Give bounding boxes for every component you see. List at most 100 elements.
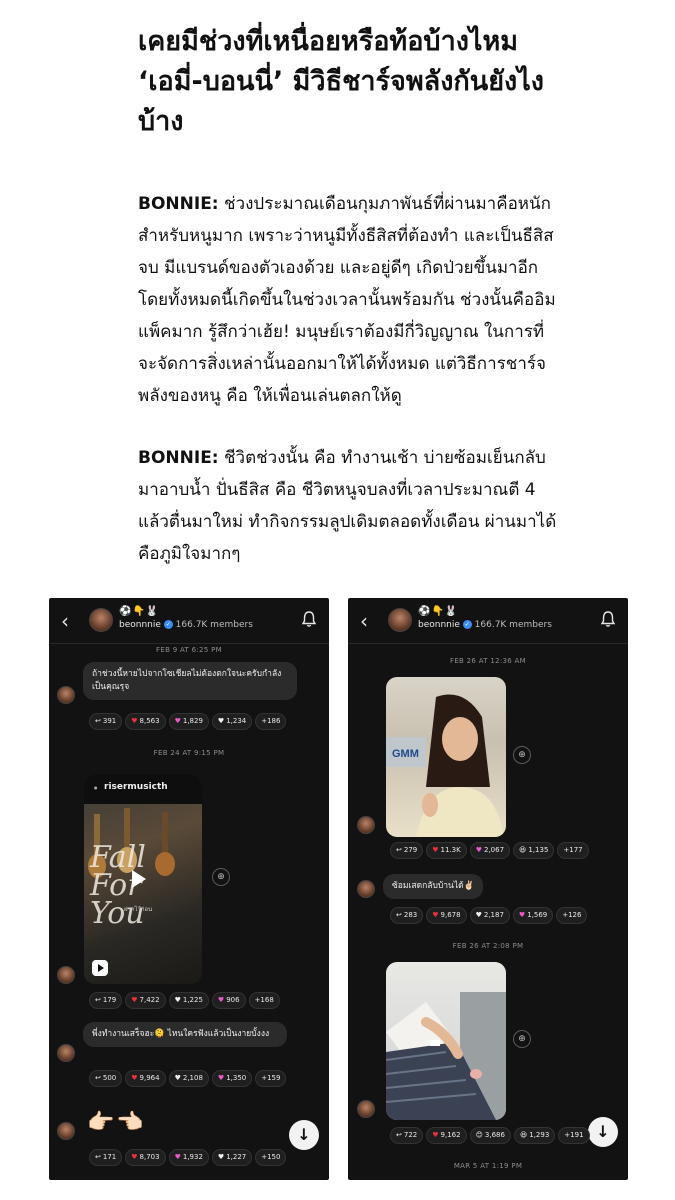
reaction-chip[interactable]: 😊 3,686 bbox=[469, 1127, 511, 1144]
reply-chip[interactable]: ↩ 279 bbox=[390, 842, 424, 859]
reply-chip[interactable]: ↩ 171 bbox=[89, 1149, 123, 1166]
verified-icon: ✓ bbox=[163, 620, 173, 629]
reaction-chip[interactable]: ♥ 1,569 bbox=[512, 907, 554, 924]
red-heart-icon: ♥ bbox=[131, 996, 138, 1004]
message-bubble[interactable]: พี่งทำงานเสร็จฮะ🫠 ไหนใครฟังแล้วเป็นงายบั… bbox=[83, 1022, 287, 1047]
pink-heart-icon: ♥ bbox=[217, 996, 225, 1004]
reel-header: ● risermusicth bbox=[84, 774, 202, 804]
reaction-chip[interactable]: ♥ 1,227 bbox=[211, 1149, 253, 1166]
reply-chip[interactable]: ↩ 391 bbox=[89, 713, 123, 730]
reaction-chip[interactable]: ♥ 2,108 bbox=[168, 1070, 209, 1087]
reaction-chip[interactable]: ♥ 9,964 bbox=[125, 1070, 166, 1087]
reaction-chip[interactable]: 😆 1,293 bbox=[513, 1127, 556, 1144]
reaction-chip[interactable]: ♥ 2,067 bbox=[469, 842, 511, 859]
reel-subtitle: ฝากไว้ก่อน bbox=[124, 906, 153, 913]
reaction-chip[interactable]: ♥ 1,350 bbox=[211, 1070, 253, 1087]
reaction-chip[interactable]: ♥ 11.3K bbox=[426, 842, 467, 859]
reaction-chip[interactable]: 😆 1,135 bbox=[513, 842, 555, 859]
more-reactions-chip[interactable]: +126 bbox=[556, 907, 588, 924]
svg-text:GMM: GMM bbox=[392, 748, 419, 760]
avatar[interactable] bbox=[57, 686, 75, 704]
back-arrow-icon[interactable]: ‹ bbox=[360, 610, 376, 632]
timestamp: FEB 26 AT 2:08 PM bbox=[452, 942, 524, 950]
reaction-chip[interactable]: ♥ 8,563 bbox=[125, 713, 166, 730]
channel-header: ‹ ⚽️👇🐰 beonnnie ✓ 166.7K members bbox=[49, 598, 329, 644]
channel-emojis: ⚽️👇🐰 bbox=[418, 606, 459, 617]
bell-icon[interactable] bbox=[600, 610, 616, 628]
reaction-chip[interactable]: ♥ 7,422 bbox=[125, 992, 166, 1009]
more-reactions-chip[interactable]: +150 bbox=[255, 1149, 287, 1166]
reaction-chip[interactable]: ♥ 2,187 bbox=[469, 907, 510, 924]
pink-heart-icon: ♥ bbox=[174, 717, 181, 725]
reply-icon: ↩ bbox=[396, 911, 402, 919]
avatar[interactable] bbox=[57, 966, 75, 984]
reaction-chip[interactable]: ♥ 9,678 bbox=[426, 907, 467, 924]
member-count: 166.7K members bbox=[474, 620, 552, 630]
avatar[interactable] bbox=[57, 1122, 75, 1140]
reels-icon bbox=[92, 960, 108, 976]
more-reactions-chip[interactable]: +168 bbox=[248, 992, 280, 1009]
reaction-chip[interactable]: ♥ 1,234 bbox=[211, 713, 253, 730]
white-heart-icon: ♥ bbox=[174, 1074, 181, 1082]
reply-chip[interactable]: ↩ 179 bbox=[89, 992, 123, 1009]
channel-name: beonnnie bbox=[119, 620, 161, 630]
reel-handle: risermusicth bbox=[104, 782, 168, 792]
share-icon[interactable]: ⊕ bbox=[212, 868, 230, 886]
reaction-chip[interactable]: ♥ 1,225 bbox=[168, 992, 209, 1009]
message-bubble[interactable]: ถ้าช่วงนี้หายไปจากโซเชียลไม่ต้องตกใจนะคร… bbox=[83, 662, 297, 700]
reply-icon: ↩ bbox=[396, 846, 402, 854]
paragraph-1: BONNIE: ช่วงประมาณเดือนกุมภาพันธ์ที่ผ่าน… bbox=[138, 188, 558, 412]
avatar[interactable] bbox=[388, 608, 412, 632]
reaction-chip[interactable]: ♥ 9,162 bbox=[426, 1127, 467, 1144]
reply-icon: ↩ bbox=[95, 717, 101, 725]
laugh-emoji-icon: 😆 bbox=[519, 846, 527, 854]
timestamp: FEB 24 AT 9:15 PM bbox=[153, 749, 225, 757]
channel-header: ‹ ⚽️👇🐰 beonnnie ✓ 166.7K members bbox=[348, 598, 628, 644]
more-reactions-chip[interactable]: +159 bbox=[255, 1070, 287, 1087]
avatar[interactable] bbox=[357, 880, 375, 898]
avatar[interactable] bbox=[357, 816, 375, 834]
reaction-chip[interactable]: ♥ 1,932 bbox=[168, 1149, 209, 1166]
pink-heart-icon: ♥ bbox=[217, 1074, 225, 1082]
message-bubble[interactable]: ซ้อมเสดกลับบ้านได้✌🏻 bbox=[383, 874, 484, 899]
scroll-down-button[interactable]: ↓ bbox=[588, 1117, 618, 1147]
avatar[interactable] bbox=[89, 608, 113, 632]
timestamp: FEB 9 AT 6:25 PM bbox=[156, 646, 222, 654]
reaction-chip[interactable]: ♥ 1,829 bbox=[168, 713, 209, 730]
reply-icon: ↩ bbox=[95, 996, 101, 1004]
selfie-illustration: GMM bbox=[386, 694, 504, 837]
play-icon[interactable] bbox=[132, 870, 146, 888]
timestamp: MAR 5 AT 1:19 PM bbox=[453, 1162, 523, 1170]
laugh-emoji-icon: 😆 bbox=[519, 1131, 528, 1139]
reply-chip[interactable]: ↩ 722 bbox=[390, 1127, 424, 1144]
share-icon[interactable]: ⊕ bbox=[513, 746, 531, 764]
selfie-photo[interactable]: GMM bbox=[386, 677, 506, 837]
reply-chip[interactable]: ↩ 283 bbox=[390, 907, 424, 924]
scroll-down-button[interactable]: ↓ bbox=[289, 1120, 319, 1150]
reel-video[interactable]: ● risermusicth Fall For You ฝากไว้ก่อน bbox=[84, 774, 202, 984]
headline: เคยมีช่วงที่เหนื่อยหรือท้อบ้างไหม ‘เอมี่… bbox=[138, 26, 544, 137]
bell-icon[interactable] bbox=[301, 610, 317, 628]
member-count: 166.7K members bbox=[175, 620, 253, 630]
reaction-row: ↩ 279 ♥ 11.3K ♥ 2,067 😆 1,135 +177 bbox=[390, 842, 589, 859]
pink-heart-icon: ♥ bbox=[174, 1153, 181, 1161]
hospital-photo[interactable] bbox=[386, 962, 506, 1120]
more-reactions-chip[interactable]: +191 bbox=[558, 1127, 590, 1144]
reaction-row: ↩ 171 ♥ 8,703 ♥ 1,932 ♥ 1,227 +150 bbox=[89, 1149, 287, 1166]
reaction-chip[interactable]: ♥ 8,703 bbox=[125, 1149, 166, 1166]
channel-emojis: ⚽️👇🐰 bbox=[119, 606, 160, 617]
reaction-row: ↩ 722 ♥ 9,162 😊 3,686 😆 1,293 +191 bbox=[390, 1127, 590, 1144]
share-icon[interactable]: ⊕ bbox=[513, 1030, 531, 1048]
emoji-message[interactable]: 👉🏻👈🏻 bbox=[87, 1110, 146, 1135]
reply-chip[interactable]: ↩ 500 bbox=[89, 1070, 123, 1087]
reply-icon: ↩ bbox=[95, 1074, 101, 1082]
reel-title: Fall For You bbox=[90, 840, 146, 931]
channel-name-row: beonnnie ✓ 166.7K members bbox=[119, 620, 253, 630]
back-arrow-icon[interactable]: ‹ bbox=[61, 610, 77, 632]
avatar[interactable] bbox=[357, 1100, 375, 1118]
smile-emoji-icon: 😊 bbox=[475, 1131, 483, 1139]
more-reactions-chip[interactable]: +186 bbox=[255, 713, 287, 730]
avatar[interactable] bbox=[57, 1044, 75, 1062]
more-reactions-chip[interactable]: +177 bbox=[557, 842, 589, 859]
reaction-chip[interactable]: ♥ 906 bbox=[211, 992, 246, 1009]
